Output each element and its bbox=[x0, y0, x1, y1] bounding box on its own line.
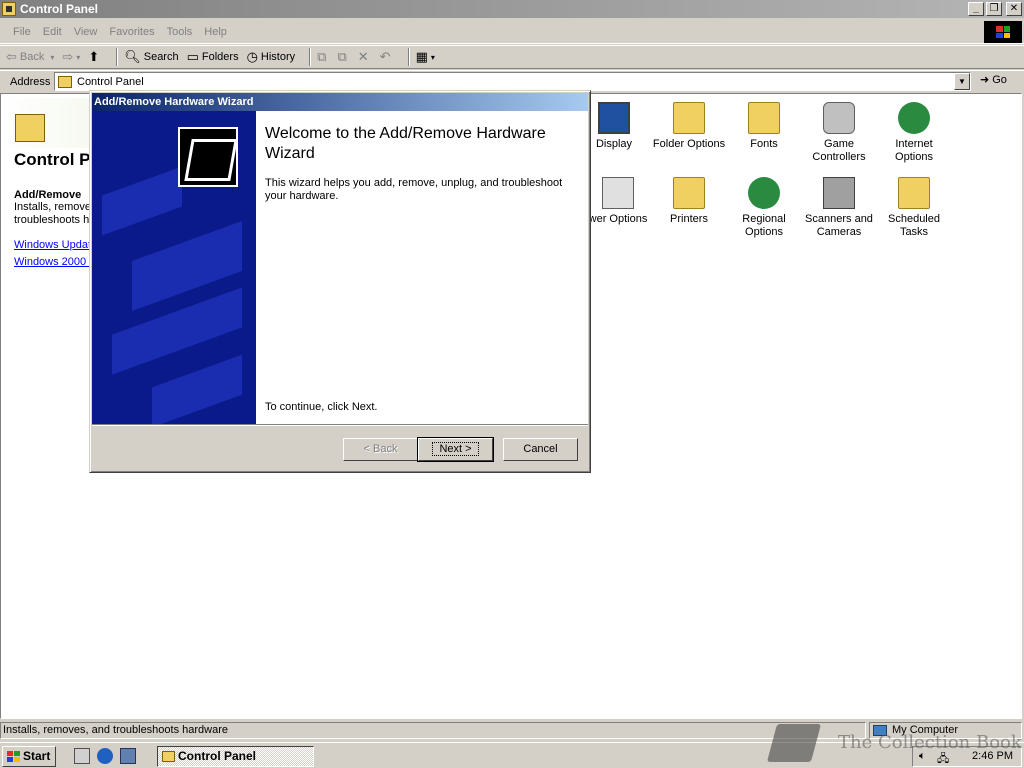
fonts-item[interactable]: Fonts bbox=[727, 102, 801, 151]
windows-flag-icon bbox=[7, 751, 20, 762]
folder-options-item[interactable]: Folder Options bbox=[652, 102, 726, 151]
forward-button[interactable]: ⇨ ▾ bbox=[62, 49, 80, 65]
undo-icon: ↶ bbox=[379, 49, 391, 64]
scheduled-tasks-item[interactable]: Scheduled Tasks bbox=[877, 177, 951, 239]
hardware-card-icon bbox=[178, 127, 238, 187]
outlook-express-icon[interactable] bbox=[120, 748, 136, 764]
views-icon: ▦ bbox=[415, 49, 428, 64]
dialog-body: Welcome to the Add/Remove Hardware Wizar… bbox=[92, 111, 588, 424]
power-plug-icon bbox=[602, 177, 634, 209]
control-panel-large-icon bbox=[15, 114, 45, 142]
menu-view[interactable]: View bbox=[74, 26, 98, 38]
regional-options-item[interactable]: Regional Options bbox=[727, 177, 801, 239]
history-icon: ◷ bbox=[246, 49, 258, 64]
wizard-side-graphic bbox=[92, 111, 256, 424]
forward-arrow-icon: ⇨ bbox=[62, 49, 74, 64]
address-value: Control Panel bbox=[77, 75, 144, 88]
minimize-button[interactable]: _ bbox=[968, 2, 984, 16]
back-arrow-icon: ⇦ bbox=[6, 49, 17, 64]
copy-to-button[interactable]: ⧉ bbox=[337, 49, 349, 65]
internet-explorer-icon[interactable] bbox=[97, 748, 113, 764]
menu-help[interactable]: Help bbox=[204, 26, 227, 38]
folders-button[interactable]: ▭ Folders bbox=[187, 49, 239, 65]
internet-options-item[interactable]: Internet Options bbox=[877, 102, 951, 164]
control-panel-icon bbox=[162, 751, 175, 762]
cancel-button[interactable]: Cancel bbox=[503, 438, 578, 461]
menu-bar: File Edit View Favorites Tools Help bbox=[0, 20, 1024, 44]
taskbar-item-control-panel[interactable]: Control Panel bbox=[157, 746, 314, 767]
dialog-title: Add/Remove Hardware Wizard bbox=[92, 93, 588, 111]
address-input[interactable]: Control Panel ▼ bbox=[54, 72, 971, 91]
history-button[interactable]: ◷ History bbox=[247, 49, 296, 65]
pane-title: Control P bbox=[14, 150, 91, 169]
up-folder-icon: ⬆ bbox=[88, 49, 100, 64]
folder-options-icon bbox=[673, 102, 705, 134]
search-button[interactable]: 🔍︎ Search bbox=[124, 49, 178, 65]
close-button[interactable]: ✕ bbox=[1006, 2, 1022, 16]
go-button[interactable]: ➜ Go bbox=[980, 73, 1007, 87]
fonts-icon bbox=[748, 102, 780, 134]
delete-icon: ✕ bbox=[357, 49, 369, 64]
dialog-separator bbox=[92, 424, 588, 426]
next-button[interactable]: Next > bbox=[417, 437, 494, 462]
back-button[interactable]: < Back bbox=[343, 438, 418, 461]
joystick-icon bbox=[823, 102, 855, 134]
display-icon bbox=[598, 102, 630, 134]
address-label: Address bbox=[10, 75, 51, 88]
wizard-heading: Welcome to the Add/Remove Hardware Wizar… bbox=[265, 125, 546, 162]
title-bar: Control Panel _ ❐ ✕ bbox=[0, 0, 1024, 18]
status-text: Installs, removes, and troubleshoots har… bbox=[0, 722, 866, 739]
move-to-button[interactable]: ⧉ bbox=[317, 49, 329, 65]
undo-button[interactable]: ↶ bbox=[380, 49, 394, 65]
globe-icon bbox=[748, 177, 780, 209]
delete-button[interactable]: ✕ bbox=[358, 49, 372, 65]
control-panel-icon bbox=[2, 2, 16, 16]
restore-button[interactable]: ❐ bbox=[986, 2, 1002, 16]
windows-update-link[interactable]: Windows Updat bbox=[14, 239, 91, 251]
search-icon: 🔍︎ bbox=[124, 49, 141, 64]
up-button[interactable]: ⬆ bbox=[88, 49, 102, 65]
windows-logo bbox=[984, 21, 1022, 43]
standard-toolbar: ⇦ Back ▾ ⇨ ▾ ⬆ 🔍︎ Search ▭ Folders ◷ History ⧉… bbox=[0, 45, 1024, 69]
game-controllers-item[interactable]: Game Controllers bbox=[802, 102, 876, 164]
scanner-icon bbox=[823, 177, 855, 209]
power-options-item[interactable]: wer Options bbox=[581, 177, 655, 226]
window-title: Control Panel bbox=[20, 2, 99, 16]
views-button[interactable]: ▦ ▾ bbox=[416, 49, 435, 65]
move-to-icon: ⧉ bbox=[317, 49, 327, 64]
folders-icon: ▭ bbox=[186, 49, 199, 64]
scheduled-tasks-icon bbox=[898, 177, 930, 209]
wizard-continue-text: To continue, click Next. bbox=[265, 401, 378, 413]
globe-icon bbox=[898, 102, 930, 134]
show-desktop-icon[interactable] bbox=[74, 748, 90, 764]
printers-item[interactable]: Printers bbox=[652, 177, 726, 226]
folder-icon bbox=[58, 75, 72, 88]
wizard-description: This wizard helps you add, remove, unplu… bbox=[265, 177, 563, 202]
menu-edit[interactable]: Edit bbox=[43, 26, 62, 38]
menu-favorites[interactable]: Favorites bbox=[109, 26, 154, 38]
watermark: The Collection Book bbox=[766, 722, 1022, 766]
windows-2000-support-link[interactable]: Windows 2000 : bbox=[14, 256, 92, 268]
start-button[interactable]: Start bbox=[2, 746, 56, 767]
menu-tools[interactable]: Tools bbox=[167, 26, 193, 38]
book-logo-icon bbox=[766, 724, 822, 762]
back-button[interactable]: ⇦ Back ▾ bbox=[6, 49, 54, 65]
go-arrow-icon: ➜ bbox=[980, 74, 990, 86]
menu-file[interactable]: File bbox=[13, 26, 31, 38]
scanners-cameras-item[interactable]: Scanners and Cameras bbox=[802, 177, 876, 239]
address-dropdown-button[interactable]: ▼ bbox=[954, 73, 970, 90]
selected-item-title: Add/Remove bbox=[14, 189, 82, 201]
copy-to-icon: ⧉ bbox=[337, 49, 347, 64]
address-bar: Address Control Panel ▼ ➜ Go bbox=[0, 70, 1024, 92]
printers-icon bbox=[673, 177, 705, 209]
add-remove-hardware-wizard: Add/Remove Hardware Wizard Welcome to th… bbox=[89, 90, 591, 473]
